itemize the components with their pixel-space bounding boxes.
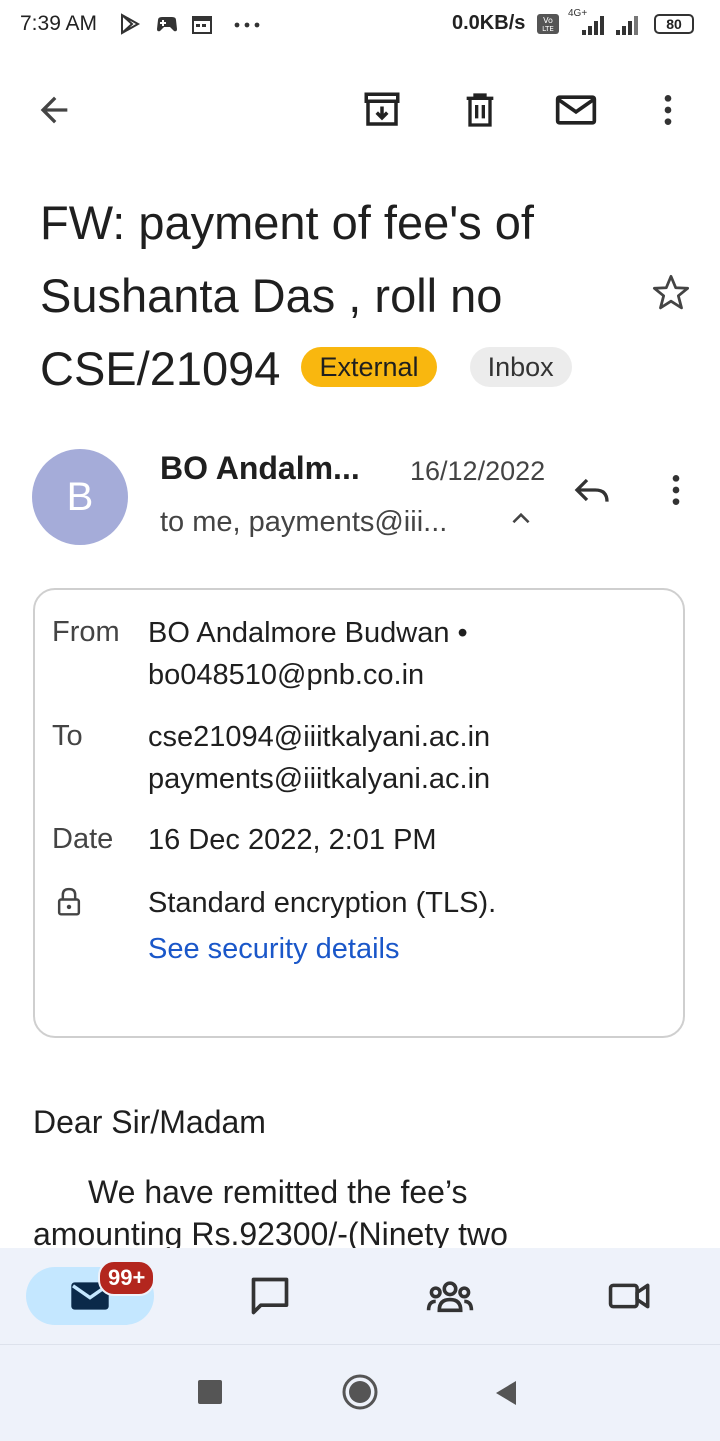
- external-chip: External: [301, 346, 437, 387]
- sender-name[interactable]: BO Andalm...: [160, 450, 360, 487]
- avatar[interactable]: B: [32, 449, 128, 545]
- star-button[interactable]: [643, 265, 699, 321]
- lock-icon: [57, 887, 81, 916]
- body-paragraph-line1: We have remitted the fee’s: [88, 1174, 468, 1210]
- to-label: To: [52, 720, 83, 752]
- inbox-label-chip[interactable]: Inbox: [469, 346, 572, 387]
- more-vert-icon: [664, 95, 672, 125]
- mail-icon: [555, 95, 597, 125]
- game-controller-icon: [157, 17, 177, 32]
- home-circle-icon[interactable]: [340, 1372, 380, 1412]
- back-button[interactable]: [26, 82, 82, 138]
- mark-unread-button[interactable]: [548, 82, 604, 138]
- group-icon: [426, 1281, 474, 1313]
- from-email[interactable]: bo048510@pnb.co.in: [148, 654, 468, 696]
- battery-icon: 80: [654, 14, 694, 34]
- security-text: Standard encryption (TLS).: [148, 887, 497, 919]
- security-details-link[interactable]: See security details: [148, 928, 496, 970]
- date-value: 16 Dec 2022, 2:01 PM: [148, 824, 437, 856]
- recipients-summary[interactable]: to me, payments@iii...: [160, 506, 447, 539]
- more-options-button[interactable]: [640, 82, 696, 138]
- to-value: cse21094@iiitkalyani.ac.in payments@iiit…: [148, 716, 490, 800]
- calendar-icon: [192, 16, 212, 34]
- archive-icon: [364, 92, 400, 126]
- delete-button[interactable]: [452, 82, 508, 138]
- star-icon: [652, 274, 690, 310]
- email-subject: FW: payment of fee's of Sushanta Das , r…: [40, 186, 650, 405]
- delete-icon: [466, 93, 494, 127]
- mail-unread-badge: 99+: [98, 1260, 156, 1296]
- back-arrow-icon: [40, 96, 68, 124]
- svg-text:LTE: LTE: [542, 25, 554, 33]
- date-label: Date: [52, 823, 114, 855]
- signal-icon-2: [616, 16, 638, 35]
- reply-button[interactable]: [564, 462, 620, 518]
- more-vert-icon: [672, 475, 680, 505]
- to-email-2[interactable]: payments@iiitkalyani.ac.in: [148, 758, 490, 800]
- subject-line-3-text: CSE/21094: [40, 342, 281, 395]
- reply-icon: [574, 478, 609, 502]
- back-triangle-icon[interactable]: [494, 1379, 518, 1407]
- sender-date: 16/12/2022: [410, 456, 546, 486]
- security-info: Standard encryption (TLS). See security …: [148, 882, 496, 970]
- message-more-button[interactable]: [648, 462, 704, 518]
- video-camera-icon: [608, 1283, 650, 1309]
- status-bar: 7:39 AM 0.0KB/s Vo LTE 4G+ 80: [0, 0, 720, 52]
- nav-meet[interactable]: [602, 1268, 658, 1324]
- volte-icon: Vo LTE: [537, 14, 559, 34]
- subject-line-1: FW: payment of fee's of: [40, 196, 534, 249]
- from-label: From: [52, 616, 120, 648]
- nav-chat[interactable]: [242, 1268, 298, 1324]
- archive-button[interactable]: [354, 82, 410, 138]
- from-value: BO Andalmore Budwan • bo048510@pnb.co.in: [148, 612, 468, 696]
- greeting-text: Dear Sir/Madam: [33, 1104, 266, 1140]
- svg-text:Vo: Vo: [543, 16, 553, 25]
- battery-level: 80: [666, 16, 682, 32]
- nav-spaces[interactable]: [422, 1268, 478, 1324]
- status-time: 7:39 AM: [20, 12, 98, 35]
- recents-square-icon[interactable]: [198, 1380, 222, 1404]
- subject-line-3: CSE/21094 External Inbox: [40, 332, 650, 405]
- chevron-up-icon[interactable]: [508, 506, 534, 532]
- chat-icon: [251, 1277, 289, 1315]
- subject-line-2: Sushanta Das , roll no: [40, 269, 503, 322]
- more-notifications-icon: [234, 22, 260, 28]
- network-speed: 0.0KB/s: [452, 12, 526, 34]
- signal-icon-1: [582, 16, 604, 35]
- play-store-icon: [121, 13, 141, 35]
- to-email-1[interactable]: cse21094@iiitkalyani.ac.in: [148, 716, 490, 758]
- from-name: BO Andalmore Budwan •: [148, 617, 468, 649]
